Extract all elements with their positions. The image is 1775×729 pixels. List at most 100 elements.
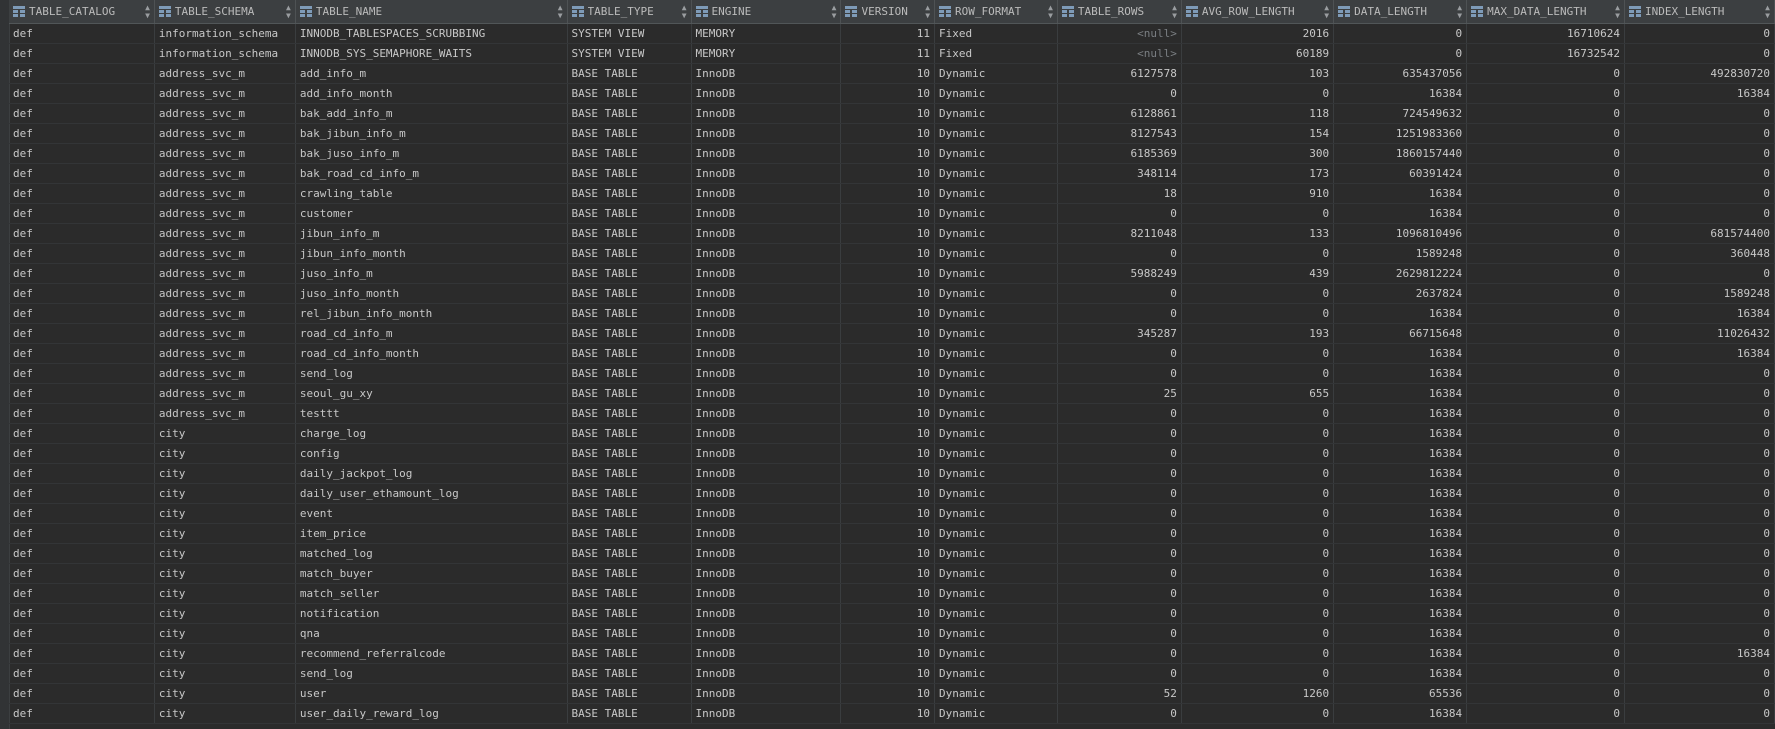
cell-table-rows[interactable]: 0: [1057, 623, 1182, 644]
cell-table-type[interactable]: BASE TABLE: [567, 463, 692, 484]
cell-row-format[interactable]: Dynamic: [934, 383, 1058, 404]
cell-engine[interactable]: InnoDB: [691, 423, 842, 444]
cell-max-data-length[interactable]: 0: [1466, 503, 1625, 524]
cell-engine[interactable]: InnoDB: [691, 303, 842, 324]
cell-table-catalog[interactable]: def: [9, 363, 155, 384]
cell-row-format[interactable]: Dynamic: [934, 223, 1058, 244]
cell-index-length[interactable]: 0: [1624, 583, 1775, 604]
cell-engine[interactable]: InnoDB: [691, 323, 842, 344]
cell-table-name[interactable]: road_cd_info_m: [295, 323, 568, 344]
cell-data-length[interactable]: 0: [1333, 23, 1468, 44]
cell-table-catalog[interactable]: def: [9, 123, 155, 144]
cell-version[interactable]: 10: [840, 143, 936, 164]
cell-table-name[interactable]: daily_user_ethamount_log: [295, 483, 568, 504]
cell-table-name[interactable]: recommend_referralcode: [295, 643, 568, 664]
cell-table-rows[interactable]: 0: [1057, 603, 1182, 624]
column-header-data-length[interactable]: DATA_LENGTH ▲ ▼: [1333, 0, 1468, 24]
cell-table-rows[interactable]: 25: [1057, 383, 1182, 404]
cell-data-length[interactable]: 16384: [1333, 383, 1468, 404]
cell-engine[interactable]: InnoDB: [691, 523, 842, 544]
column-header-index-length[interactable]: INDEX_LENGTH ▲ ▼: [1624, 0, 1775, 24]
cell-version[interactable]: 10: [840, 543, 936, 564]
cell-table-rows[interactable]: 52: [1057, 683, 1182, 704]
cell-engine[interactable]: InnoDB: [691, 443, 842, 464]
sort-toggle-icon[interactable]: ▲ ▼: [832, 3, 837, 20]
cell-table-schema[interactable]: address_svc_m: [154, 83, 296, 104]
cell-row-format[interactable]: Dynamic: [934, 443, 1058, 464]
cell-version[interactable]: 10: [840, 163, 936, 184]
cell-table-catalog[interactable]: def: [9, 503, 155, 524]
cell-table-type[interactable]: BASE TABLE: [567, 123, 692, 144]
table-row[interactable]: def address_svc_m road_cd_info_m BASE TABLE…: [9, 323, 1775, 344]
cell-table-name[interactable]: bak_add_info_m: [295, 103, 568, 124]
cell-table-name[interactable]: customer: [295, 203, 568, 224]
cell-index-length[interactable]: 0: [1624, 143, 1775, 164]
cell-data-length[interactable]: 16384: [1333, 343, 1468, 364]
cell-engine[interactable]: InnoDB: [691, 163, 842, 184]
cell-table-schema[interactable]: address_svc_m: [154, 103, 296, 124]
cell-data-length[interactable]: 2637824: [1333, 283, 1468, 304]
table-row[interactable]: def city daily_user_ethamount_log BASE TABL…: [9, 483, 1775, 504]
cell-data-length[interactable]: 16384: [1333, 403, 1468, 424]
cell-avg-row-length[interactable]: 1260: [1181, 683, 1335, 704]
cell-data-length[interactable]: 16384: [1333, 203, 1468, 224]
cell-avg-row-length[interactable]: 60189: [1181, 43, 1335, 64]
cell-table-schema[interactable]: address_svc_m: [154, 363, 296, 384]
sort-toggle-icon[interactable]: ▲ ▼: [286, 3, 291, 20]
cell-index-length[interactable]: 0: [1624, 703, 1775, 724]
cell-data-length[interactable]: 635437056: [1333, 63, 1468, 84]
cell-table-schema[interactable]: city: [154, 643, 296, 664]
cell-engine[interactable]: InnoDB: [691, 123, 842, 144]
cell-table-schema[interactable]: city: [154, 423, 296, 444]
cell-avg-row-length[interactable]: 910: [1181, 183, 1335, 204]
cell-version[interactable]: 10: [840, 223, 936, 244]
cell-table-name[interactable]: road_cd_info_month: [295, 343, 568, 364]
cell-table-catalog[interactable]: def: [9, 223, 155, 244]
sort-toggle-icon[interactable]: ▲ ▼: [145, 3, 150, 20]
cell-table-type[interactable]: BASE TABLE: [567, 243, 692, 264]
cell-table-catalog[interactable]: def: [9, 243, 155, 264]
cell-index-length[interactable]: 0: [1624, 563, 1775, 584]
cell-engine[interactable]: InnoDB: [691, 663, 842, 684]
cell-table-schema[interactable]: address_svc_m: [154, 263, 296, 284]
cell-avg-row-length[interactable]: 0: [1181, 623, 1335, 644]
cell-table-rows[interactable]: 0: [1057, 83, 1182, 104]
cell-row-format[interactable]: Dynamic: [934, 343, 1058, 364]
cell-data-length[interactable]: 1096810496: [1333, 223, 1468, 244]
cell-table-schema[interactable]: address_svc_m: [154, 143, 296, 164]
cell-table-name[interactable]: event: [295, 503, 568, 524]
cell-index-length[interactable]: 0: [1624, 43, 1775, 64]
cell-avg-row-length[interactable]: 154: [1181, 123, 1335, 144]
cell-table-type[interactable]: BASE TABLE: [567, 543, 692, 564]
cell-table-type[interactable]: BASE TABLE: [567, 303, 692, 324]
cell-table-catalog[interactable]: def: [9, 303, 155, 324]
cell-row-format[interactable]: Dynamic: [934, 643, 1058, 664]
cell-data-length[interactable]: 65536: [1333, 683, 1468, 704]
cell-data-length[interactable]: 2629812224: [1333, 263, 1468, 284]
table-row[interactable]: def city item_price BASE TABLE InnoDB 10 Dynam…: [9, 523, 1775, 544]
cell-table-rows[interactable]: 0: [1057, 543, 1182, 564]
table-row[interactable]: def address_svc_m bak_add_info_m BASE TABLE…: [9, 103, 1775, 124]
column-header-table-schema[interactable]: TABLE_SCHEMA ▲ ▼: [154, 0, 296, 24]
cell-engine[interactable]: InnoDB: [691, 343, 842, 364]
cell-table-schema[interactable]: address_svc_m: [154, 283, 296, 304]
cell-max-data-length[interactable]: 0: [1466, 683, 1625, 704]
cell-table-schema[interactable]: city: [154, 563, 296, 584]
cell-version[interactable]: 10: [840, 383, 936, 404]
cell-row-format[interactable]: Dynamic: [934, 283, 1058, 304]
table-row[interactable]: def city charge_log BASE TABLE InnoDB 10 Dynam…: [9, 423, 1775, 444]
cell-table-schema[interactable]: address_svc_m: [154, 303, 296, 324]
cell-table-type[interactable]: BASE TABLE: [567, 143, 692, 164]
cell-avg-row-length[interactable]: 655: [1181, 383, 1335, 404]
cell-engine[interactable]: InnoDB: [691, 623, 842, 644]
cell-table-type[interactable]: BASE TABLE: [567, 523, 692, 544]
cell-engine[interactable]: InnoDB: [691, 83, 842, 104]
cell-table-rows[interactable]: 18: [1057, 183, 1182, 204]
cell-avg-row-length[interactable]: 0: [1181, 343, 1335, 364]
cell-engine[interactable]: InnoDB: [691, 503, 842, 524]
cell-version[interactable]: 10: [840, 103, 936, 124]
cell-row-format[interactable]: Dynamic: [934, 603, 1058, 624]
cell-max-data-length[interactable]: 0: [1466, 563, 1625, 584]
cell-table-type[interactable]: SYSTEM VIEW: [567, 23, 692, 44]
cell-table-type[interactable]: BASE TABLE: [567, 423, 692, 444]
